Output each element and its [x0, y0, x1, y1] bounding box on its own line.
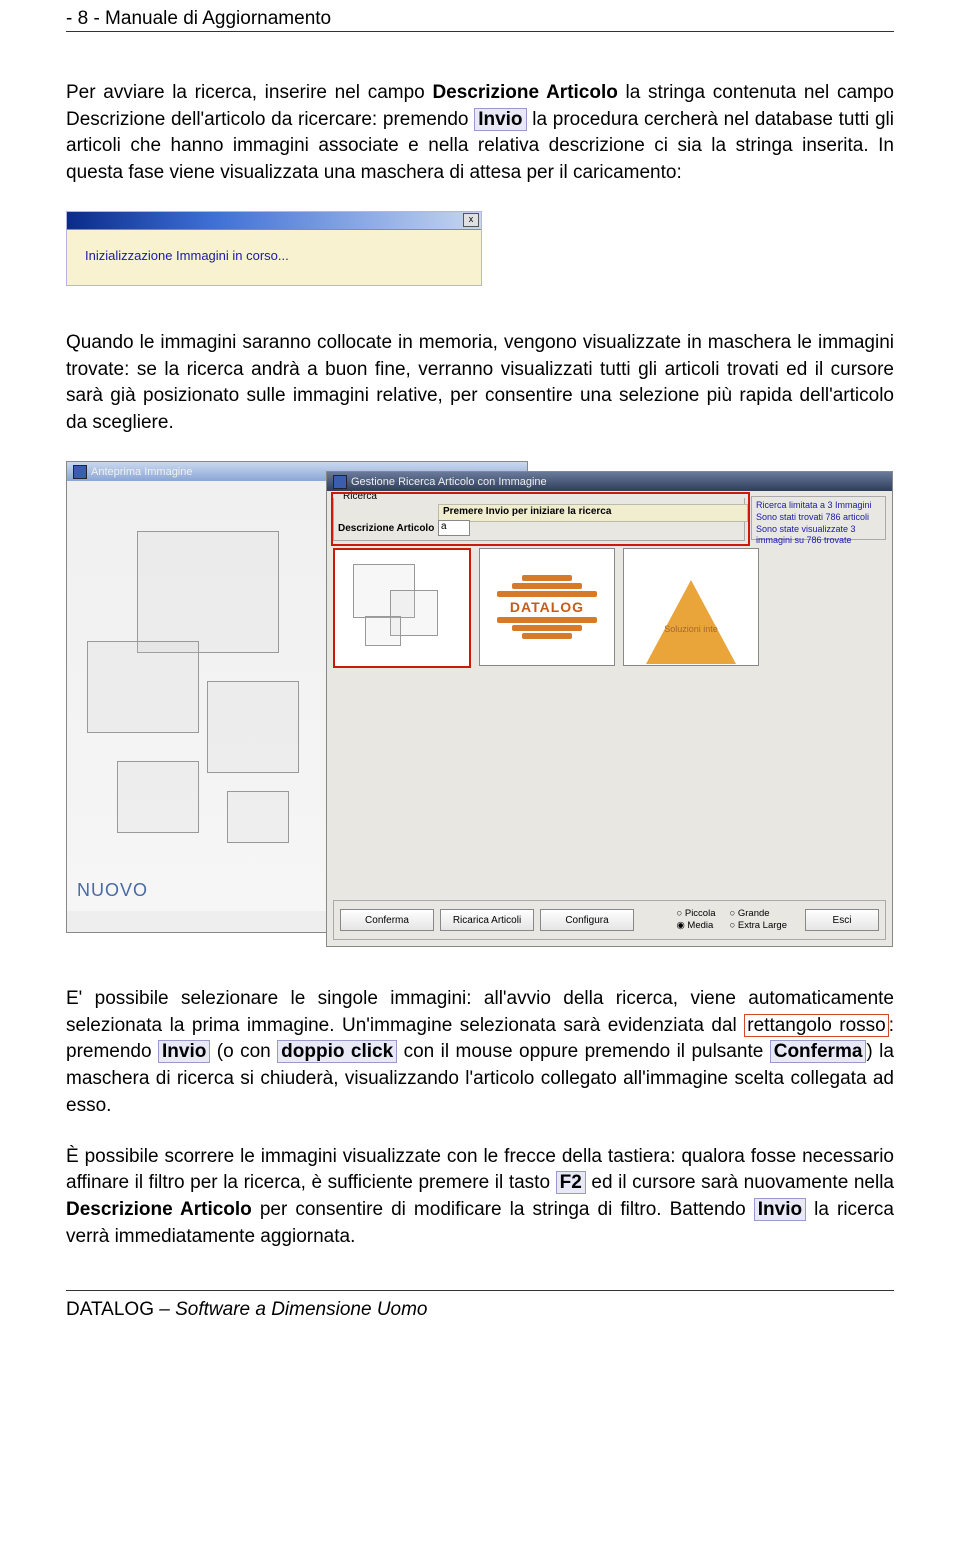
conferma-button[interactable]: Conferma — [340, 909, 434, 931]
search-window: Gestione Ricerca Articolo con Immagine P… — [326, 471, 893, 947]
window-icon — [73, 465, 87, 479]
preview-shape — [117, 761, 199, 833]
footer-rule — [66, 1290, 894, 1291]
radio-media[interactable]: Media — [676, 920, 715, 932]
close-icon[interactable]: x — [463, 213, 479, 227]
preview-shape — [207, 681, 299, 773]
descrizione-row: Descrizione Articolo a — [338, 520, 740, 536]
preview-nuovo-label: NUOVO — [77, 880, 148, 901]
init-dialog-titlebar: x — [67, 212, 481, 230]
descrizione-input[interactable]: a — [438, 520, 470, 536]
keycap-conferma: Conferma — [770, 1040, 867, 1063]
thumbnail-2[interactable]: DATALOG — [479, 548, 615, 666]
thumb-bar — [522, 633, 572, 639]
redbox-rettangolo-rosso: rettangolo rosso — [744, 1014, 888, 1037]
p1-text-1: Per avviare la ricerca, inserire nel cam… — [66, 82, 432, 103]
radio-piccola[interactable]: Piccola — [676, 908, 715, 920]
configura-button[interactable]: Configura — [540, 909, 634, 931]
thumb-shape — [365, 616, 401, 646]
radio-grande[interactable]: Grande — [729, 908, 787, 920]
p3-text-3: (o con — [210, 1041, 277, 1062]
thumb2-content: DATALOG — [497, 575, 597, 639]
keycap-doppio-click: doppio click — [277, 1040, 397, 1063]
thumb-bar — [512, 583, 582, 589]
thumb-bar — [497, 617, 597, 623]
keycap-f2: F2 — [556, 1171, 586, 1194]
status-line-3: Sono state visualizzate 3 immagini su 78… — [756, 524, 883, 547]
preview-shape — [137, 531, 279, 653]
preview-shape — [227, 791, 289, 843]
footer-brand: DATALOG — [66, 1299, 154, 1320]
p4-bold-descrizione-articolo: Descrizione Articolo — [66, 1199, 252, 1220]
footer-text: DATALOG – Software a Dimensione Uomo — [66, 1299, 894, 1321]
screenshot-composite: Anteprima Immagine NUOVO Gestione Ricerc… — [66, 461, 886, 948]
p4-text-2: ed il cursore sarà nuovamente nella — [586, 1172, 894, 1193]
paragraph-2: Quando le immagini saranno collocate in … — [66, 330, 894, 436]
button-bar: Conferma Ricarica Articoli Configura Pic… — [333, 900, 886, 940]
paragraph-3: E' possibile selezionare le singole imma… — [66, 986, 894, 1119]
init-dialog: x Inizializzazione Immagini in corso... — [66, 211, 482, 286]
status-line-1: Ricerca limitata a 3 Immagini — [756, 500, 883, 512]
window-icon — [333, 475, 347, 489]
paragraph-4: È possibile scorrere le immagini visuali… — [66, 1144, 894, 1250]
keycap-invio-1: Invio — [474, 108, 526, 131]
status-line-2: Sono stati trovati 786 articoli — [756, 512, 883, 524]
thumb3-caption: Soluzioni inte — [664, 624, 718, 634]
thumb-bar — [522, 575, 572, 581]
triangle-icon — [646, 580, 736, 664]
page-footer: DATALOG – Software a Dimensione Uomo — [66, 1290, 894, 1321]
search-window-titlebar: Gestione Ricerca Articolo con Immagine — [327, 472, 892, 491]
thumb2-word: DATALOG — [510, 599, 584, 615]
thumbnail-1-selected[interactable] — [333, 548, 471, 668]
ricerca-group: Premere Invio per iniziare la ricerca De… — [333, 498, 745, 541]
preview-window-title: Anteprima Immagine — [91, 466, 193, 478]
p1-bold-descrizione-articolo: Descrizione Articolo — [432, 82, 617, 103]
preview-shape — [87, 641, 199, 733]
thumbnail-3[interactable]: Soluzioni inte — [623, 548, 759, 666]
search-window-title: Gestione Ricerca Articolo con Immagine — [351, 476, 547, 488]
size-radios: Piccola Grande Media Extra Large — [676, 908, 787, 933]
thumb-bar — [497, 591, 597, 597]
p4-text-3: per consentire di modificare la stringa … — [252, 1199, 754, 1220]
thumbnail-row: DATALOG Soluzioni inte — [333, 548, 759, 668]
descrizione-label: Descrizione Articolo — [338, 523, 438, 534]
header-rule — [66, 31, 894, 32]
radio-extra-large[interactable]: Extra Large — [729, 920, 787, 932]
thumb-bar — [512, 625, 582, 631]
ricarica-button[interactable]: Ricarica Articoli — [440, 909, 534, 931]
status-panel: Ricerca limitata a 3 Immagini Sono stati… — [751, 496, 886, 540]
p3-text-4: con il mouse oppure premendo il pulsante — [397, 1041, 770, 1062]
footer-tagline: – Software a Dimensione Uomo — [154, 1299, 428, 1320]
page-header: - 8 - Manuale di Aggiornamento — [66, 8, 894, 30]
keycap-invio-2: Invio — [158, 1040, 210, 1063]
esci-button[interactable]: Esci — [805, 909, 879, 931]
paragraph-1: Per avviare la ricerca, inserire nel cam… — [66, 80, 894, 186]
keycap-invio-3: Invio — [754, 1198, 806, 1221]
init-dialog-message: Inizializzazione Immagini in corso... — [67, 230, 481, 285]
